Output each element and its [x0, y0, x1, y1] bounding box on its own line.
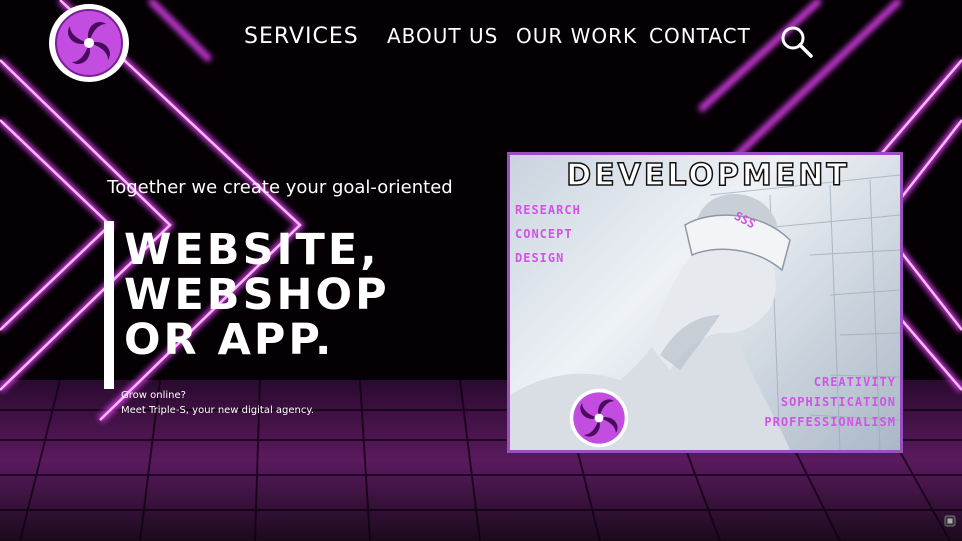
tag-professionalism: PROFFESSIONALISM	[764, 415, 896, 429]
nav-about-us[interactable]: ABOUT US	[387, 24, 498, 48]
hero-tagline: Together we create your goal-oriented	[107, 177, 453, 198]
tag-design: DESIGN	[515, 251, 565, 265]
sub-line-1: Grow online?	[121, 390, 186, 401]
tag-concept: CONCEPT	[515, 227, 573, 241]
headline-line-1: WEBSITE,	[124, 225, 380, 275]
nav-services[interactable]: SERVICES	[244, 24, 359, 49]
nav-our-work[interactable]: OUR WORK	[516, 24, 637, 48]
hero-headline: WEBSITE, WEBSHOP OR APP.	[124, 228, 390, 363]
development-promo-card: DEVELOPMENT RESEARCH CONCEPT DESIGN SSS …	[507, 152, 903, 453]
tag-creativity: CREATIVITY	[813, 375, 896, 389]
chat-widget-icon[interactable]	[944, 515, 956, 527]
headline-line-3: OR APP.	[124, 315, 335, 365]
tag-research: RESEARCH	[515, 203, 581, 217]
tag-sophistication: SOPHISTICATION	[780, 395, 896, 409]
accent-bar	[104, 221, 114, 389]
card-title: DEVELOPMENT	[565, 157, 850, 194]
card-logo-icon	[569, 388, 629, 448]
headline-line-2: WEBSHOP	[124, 270, 390, 320]
main-navigation: SERVICES ABOUT US OUR WORK CONTACT	[0, 24, 962, 60]
hero-subtext: Grow online? Meet Triple-S, your new dig…	[121, 388, 314, 418]
nav-contact[interactable]: CONTACT	[649, 24, 751, 48]
search-icon[interactable]	[779, 24, 813, 58]
sub-line-2: Meet Triple-S, your new digital agency.	[121, 405, 315, 416]
